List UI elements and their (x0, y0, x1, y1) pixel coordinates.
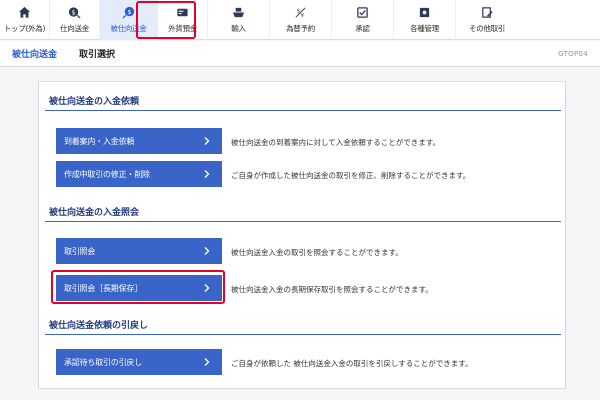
nav-approve[interactable]: 承認 (332, 0, 394, 40)
edit-delete-draft-button-label: 作成中取引の修正・削除 (64, 169, 150, 179)
nav-outward-remittance[interactable]: $ 仕向送金 (50, 0, 100, 40)
recall-pending-button[interactable]: 承認待ち取引の引戻し (56, 349, 222, 375)
button-highlight-frame (51, 270, 225, 304)
chevron-right-icon (204, 170, 210, 178)
section-title-deposit-request: 被仕向送金の入金依頼 (49, 97, 140, 107)
nav-management[interactable]: 各種管理 (394, 0, 456, 40)
page-title: 取引選択 (79, 50, 116, 60)
transaction-menu-panel: 被仕向送金の入金依頼 到着案内・入金依頼 被仕向送金の到着案内に対して入金依頼す… (38, 81, 566, 389)
edit-delete-draft-button[interactable]: 作成中取引の修正・削除 (56, 161, 222, 187)
screen-code: GTOP04 (558, 49, 588, 58)
chevron-right-icon (204, 137, 210, 145)
chevron-right-icon (204, 247, 210, 255)
page-title-bar: 被仕向送金 取引選択 GTOP04 (0, 41, 600, 67)
breadcrumb-section: 被仕向送金 (12, 50, 58, 60)
nav-exchange-contract[interactable]: $ ¥ 為替予約 (270, 0, 332, 40)
section-title-deposit-inquiry: 被仕向送金の入金照会 (49, 208, 140, 218)
nav-top-label: トップ(外為) (3, 24, 46, 33)
nav-exchange-contract-label: 為替予約 (286, 24, 315, 33)
home-icon (18, 5, 32, 19)
nav-approve-label: 承認 (355, 24, 370, 33)
nav-other-transactions-label: その他取引 (469, 24, 505, 33)
ship-icon (232, 5, 246, 19)
recall-pending-desc: ご自身が依頼した 被仕向送金入金の取引を引戻しすることができます。 (231, 359, 473, 368)
nav-import[interactable]: 輸入 (208, 0, 270, 40)
settings-icon (418, 5, 432, 19)
nav-other-transactions[interactable]: その他取引 (456, 0, 518, 40)
arrival-notice-desc: 被仕向送金の到着案内に対して入金依頼することができます。 (231, 138, 441, 147)
nav-outward-remittance-label: 仕向送金 (60, 24, 89, 33)
section-title-recall: 被仕向送金依頼の引戻し (49, 321, 149, 331)
section-divider (45, 110, 561, 111)
global-nav: トップ(外為) $ 仕向送金 $ 被仕向送金 外貨預金 輸入 $ ¥ 為替予約 承… (0, 0, 600, 40)
dollar-arrow-in-icon: $ (122, 5, 136, 19)
nav-management-label: 各種管理 (410, 24, 439, 33)
document-edit-icon (480, 5, 494, 19)
svg-text:$: $ (72, 8, 76, 16)
section-divider (45, 334, 561, 335)
dollar-arrow-out-icon: $ (68, 5, 82, 19)
edit-delete-draft-desc: ご自身が作成した被仕向送金の取引を修正、削除することができます。 (231, 171, 471, 180)
transaction-inquiry-button-label: 取引照会 (64, 246, 96, 256)
transaction-inquiry-desc: 被仕向送金入金の取引を照会することができます。 (231, 248, 403, 257)
chevron-right-icon (204, 358, 210, 366)
arrival-notice-button[interactable]: 到着案内・入金依頼 (56, 128, 222, 154)
nav-top[interactable]: トップ(外為) (0, 0, 50, 40)
svg-text:$: $ (127, 7, 131, 15)
nav-highlight-frame (136, 1, 196, 39)
svg-text:¥: ¥ (301, 13, 305, 19)
arrival-notice-button-label: 到着案内・入金依頼 (64, 136, 135, 146)
recall-pending-button-label: 承認待ち取引の引戻し (64, 357, 142, 367)
long-term-inquiry-desc: 被仕向送金入金の長期保存取引を照会することができます。 (231, 285, 433, 294)
approve-icon (356, 5, 370, 19)
exchange-contract-icon: $ ¥ (294, 5, 308, 19)
transaction-inquiry-button[interactable]: 取引照会 (56, 238, 222, 264)
nav-import-label: 輸入 (231, 24, 246, 33)
section-divider (45, 221, 561, 222)
